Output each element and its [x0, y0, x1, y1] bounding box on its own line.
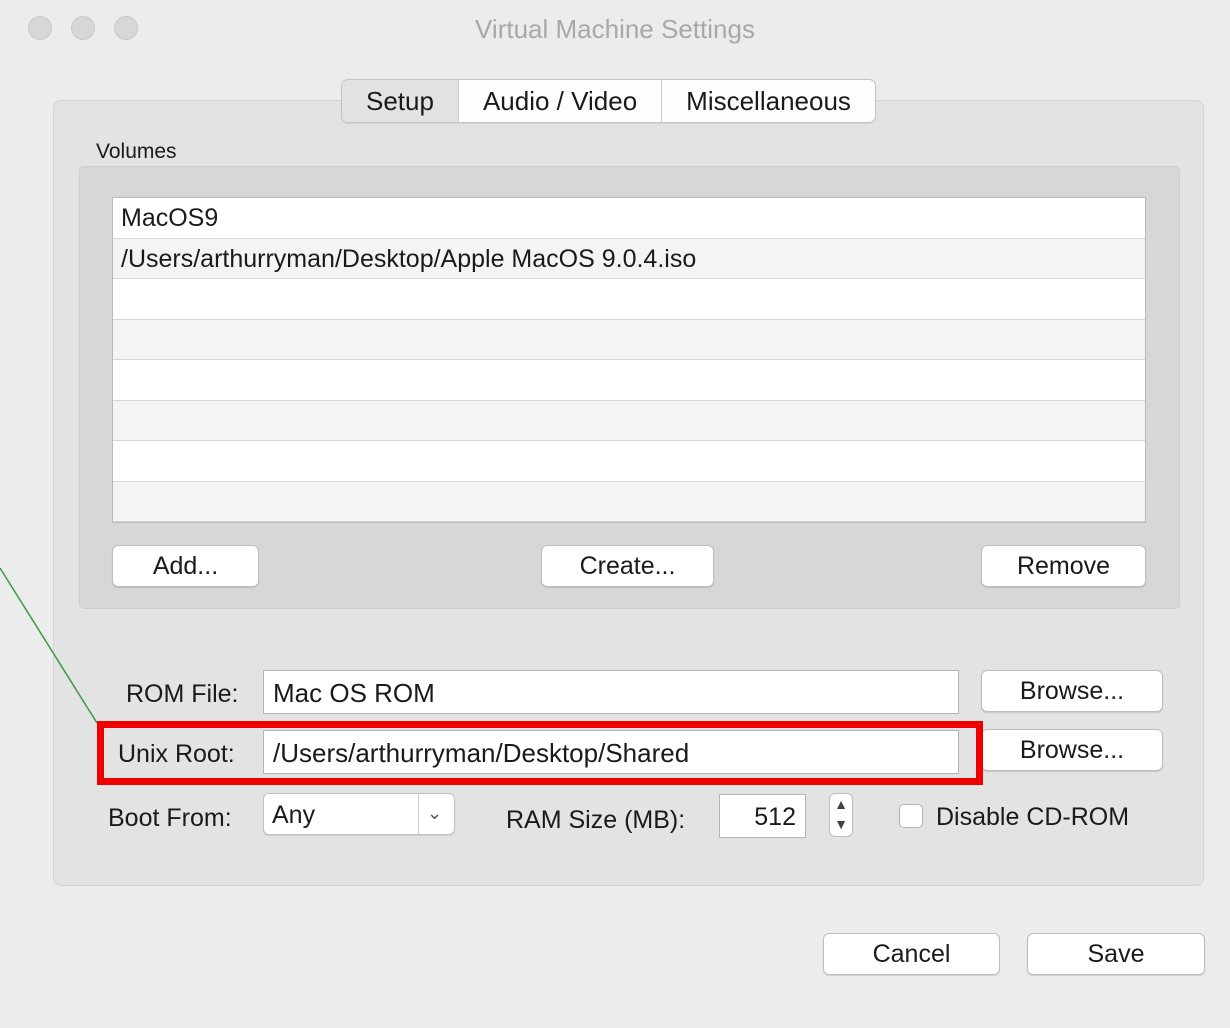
- unix-root-highlight-box: [97, 721, 983, 785]
- annotation-pointer-line: [0, 567, 98, 724]
- annotation-layer: [0, 567, 98, 724]
